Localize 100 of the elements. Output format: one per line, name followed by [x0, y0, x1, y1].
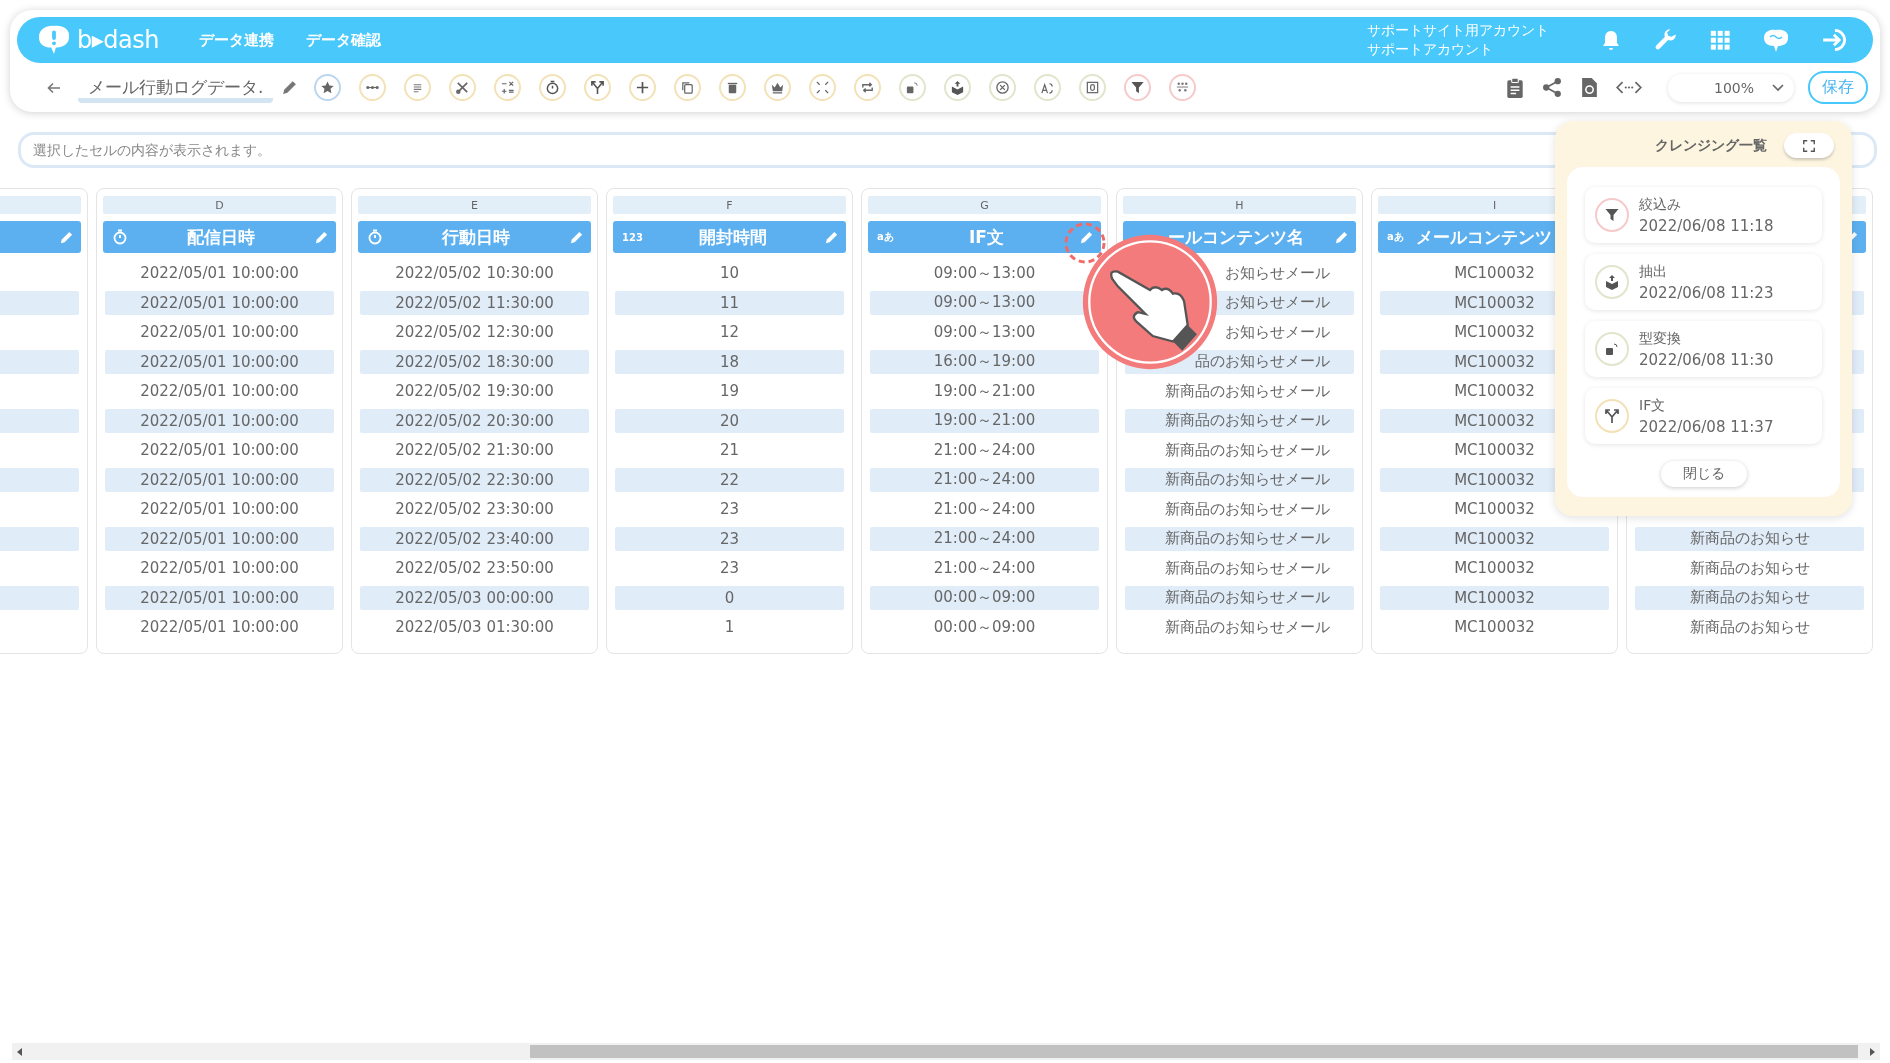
account-name: サポートサイト用アカウント	[1367, 21, 1549, 40]
cell-text: 0	[724, 588, 735, 607]
scroll-right-icon[interactable]	[1868, 1047, 1876, 1056]
repeat-icon[interactable]	[854, 74, 882, 101]
branch-icon[interactable]	[584, 74, 612, 101]
pencil-icon[interactable]	[59, 229, 74, 245]
cell-text: 2022/05/01 10:00:00	[140, 559, 299, 577]
timer-icon[interactable]	[539, 74, 567, 101]
horizontal-scrollbar[interactable]	[12, 1043, 1880, 1060]
dots-icon[interactable]	[359, 74, 387, 101]
scissors-icon[interactable]	[449, 74, 477, 101]
cell-text: 2022/05/01 10:00:00	[140, 293, 299, 312]
cell-text: 21:00～24:00	[933, 470, 1036, 489]
swap-icon[interactable]	[1034, 74, 1062, 101]
step-time: 2022/06/08 11:37	[1639, 417, 1774, 438]
close-button[interactable]: 閉じる	[1660, 461, 1747, 487]
column-letter-bar[interactable]: F	[613, 196, 846, 214]
cell-text: MC100032	[1454, 411, 1535, 430]
clipboard-icon[interactable]	[1505, 76, 1524, 99]
group-icon[interactable]	[1169, 74, 1197, 101]
extract-icon[interactable]	[944, 74, 972, 101]
zoom-select[interactable]: 100%	[1667, 73, 1794, 102]
column-letter-bar[interactable]: E	[358, 196, 591, 214]
step-time: 2022/06/08 11:30	[1639, 350, 1774, 371]
cell-text: 品のお知らせメール	[1195, 352, 1330, 371]
cell-text: MC100032	[1454, 264, 1535, 282]
cell-text: 21:00～24:00	[933, 558, 1036, 578]
cell-text: MC100032	[1454, 441, 1535, 459]
crown-icon[interactable]	[764, 74, 792, 101]
cell-text: 新商品のお知らせ	[1689, 588, 1810, 607]
copy-icon[interactable]	[674, 74, 702, 101]
panel-title: クレンジング一覧	[1655, 137, 1767, 155]
cell-text: 2022/05/02 23:50:00	[395, 559, 554, 577]
type-mark: 123	[622, 231, 643, 243]
branch-icon	[1595, 399, 1629, 433]
timer-icon	[112, 229, 128, 245]
calc-icon[interactable]	[494, 74, 522, 101]
column-letter: E	[471, 198, 478, 212]
document-title[interactable]: メール行動ログデータ.	[78, 72, 274, 103]
cell-text: MC100032	[1454, 559, 1535, 577]
file-refresh-icon[interactable]	[1580, 77, 1598, 98]
column-letter-bar[interactable]: G	[868, 196, 1101, 214]
cancel-icon[interactable]	[989, 74, 1017, 101]
cell-text: 20	[719, 411, 740, 430]
column-letter-bar[interactable]: D	[103, 196, 336, 214]
code-icon[interactable]	[1615, 80, 1642, 95]
pencil-icon[interactable]	[824, 229, 839, 245]
pencil-icon[interactable]	[569, 229, 584, 245]
cell-text: 2022/05/02 21:30:00	[395, 441, 554, 459]
lines-icon[interactable]	[404, 74, 432, 101]
cleansing-step[interactable]: IF文 2022/06/08 11:37	[1585, 388, 1822, 444]
zero-icon[interactable]	[1079, 74, 1107, 101]
cell-text: 22	[719, 470, 740, 489]
cell-text: 新商品のお知らせメール	[1165, 558, 1330, 578]
cell-text: 新商品のお知らせメール	[1165, 411, 1330, 430]
share-icon[interactable]	[1541, 77, 1563, 98]
cell-text: 2022/05/01 10:00:00	[140, 323, 299, 341]
step-time: 2022/06/08 11:18	[1639, 216, 1774, 237]
pencil-icon[interactable]	[314, 229, 329, 245]
expand-icon[interactable]	[1784, 133, 1834, 158]
cell-text: 新商品のお知らせ	[1689, 617, 1810, 637]
step-name: IF文	[1639, 396, 1667, 415]
cell-text: 19	[719, 382, 740, 400]
cell-text: 09:00～13:00	[933, 293, 1036, 312]
pencil-icon[interactable]	[1079, 229, 1094, 245]
column-title: ールコンテンツ名	[1167, 225, 1305, 249]
convert-icon[interactable]	[899, 74, 927, 101]
cell-text: 新商品のお知らせ	[1689, 558, 1810, 578]
cleansing-step[interactable]: 抽出 2022/06/08 11:23	[1585, 254, 1822, 310]
cell-text: 新商品のお知らせメール	[1165, 440, 1330, 460]
cell-text: MC100032	[1454, 588, 1535, 607]
cell-text: 23	[719, 559, 740, 577]
column-letter-bar[interactable]: H	[1123, 196, 1356, 214]
column-title: 行動日時	[441, 225, 511, 249]
column-letter: G	[980, 198, 989, 212]
cell-text: 19:00～21:00	[933, 411, 1036, 430]
cell-text: 09:00～13:00	[933, 322, 1036, 342]
cell-text: 2022/05/02 23:40:00	[395, 529, 554, 548]
pencil-icon[interactable]	[1334, 229, 1349, 245]
column-letter: F	[726, 198, 733, 212]
filter-icon[interactable]	[1124, 74, 1152, 101]
step-name: 型変換	[1639, 329, 1682, 348]
trash-icon[interactable]	[719, 74, 747, 101]
scrollbar-thumb[interactable]	[530, 1045, 1858, 1058]
column-letter: I	[1492, 198, 1497, 212]
column-letter: D	[215, 198, 224, 212]
step-name: 絞込み	[1639, 195, 1682, 214]
cell-text: 2022/05/02 20:30:00	[395, 411, 554, 430]
cleansing-step[interactable]: 型変換 2022/06/08 11:30	[1585, 321, 1822, 377]
cell-text: 2022/05/03 00:00:00	[395, 588, 554, 607]
pencil-icon[interactable]	[281, 79, 299, 96]
plus-icon[interactable]	[629, 74, 657, 101]
box-upload-icon	[1595, 265, 1629, 299]
cell-text: お知らせメール	[1225, 293, 1330, 312]
filter-icon	[1595, 198, 1629, 232]
cell-text: 2022/05/02 10:30:00	[395, 264, 554, 282]
cell-text: 2022/05/02 18:30:00	[395, 352, 554, 371]
brand-name: b▸dash	[77, 26, 159, 54]
scroll-left-icon[interactable]	[16, 1047, 24, 1056]
cell-text: 00:00～09:00	[933, 617, 1036, 637]
